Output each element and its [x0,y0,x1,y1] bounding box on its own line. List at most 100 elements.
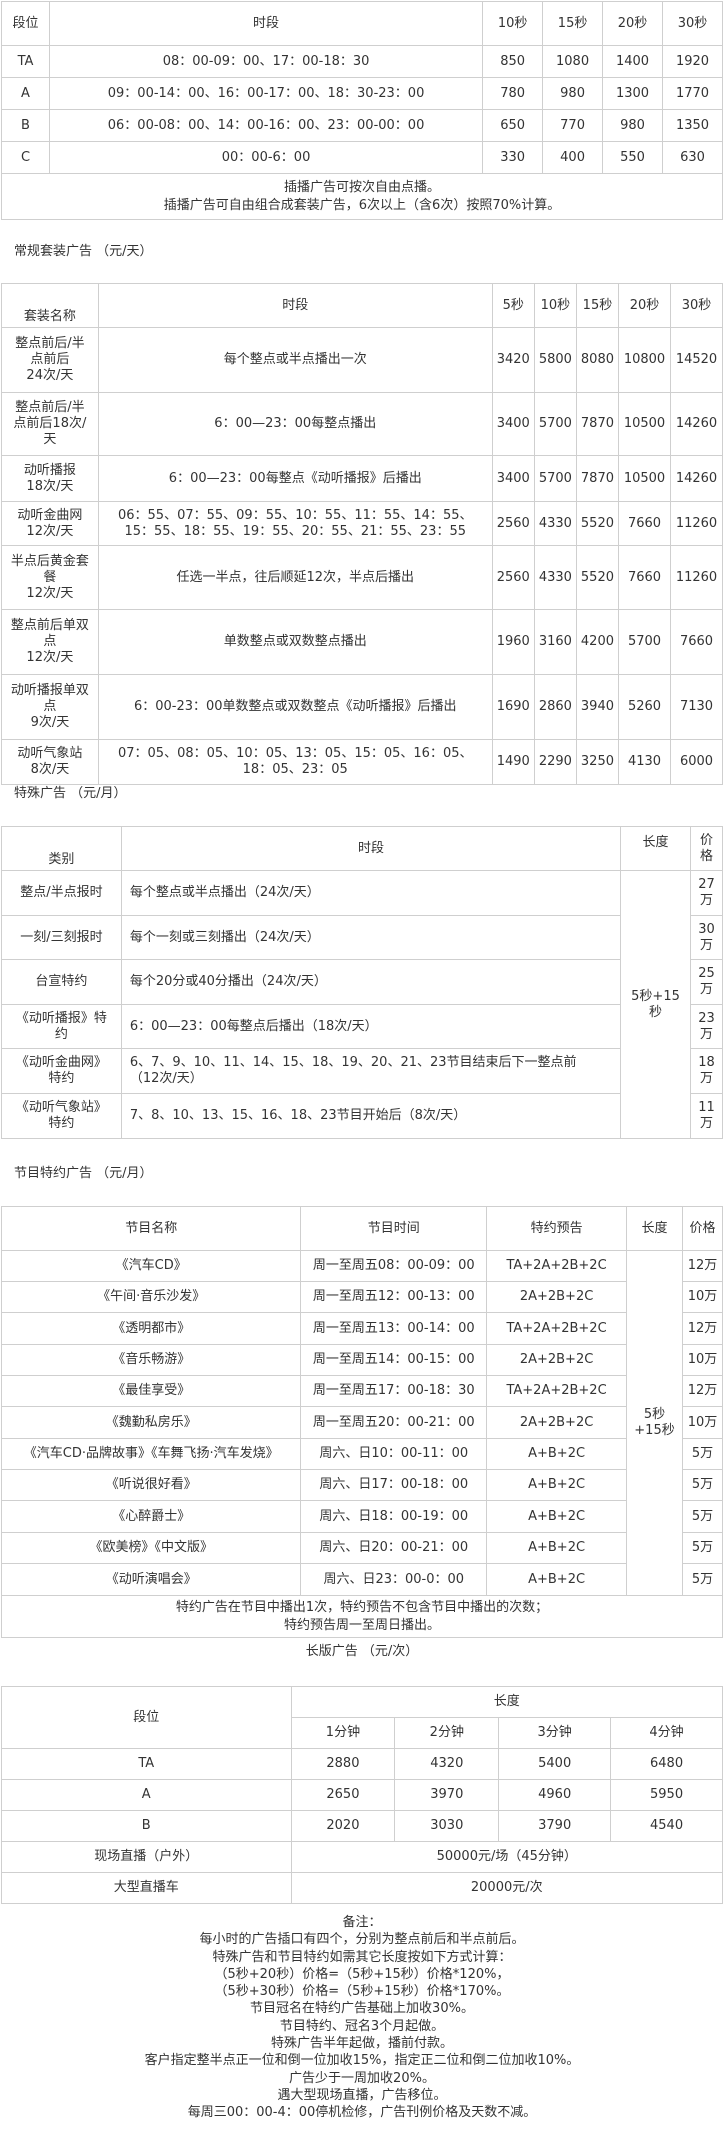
price-cell: 1350 [662,109,723,142]
package-name-line: 点前后18次/ [13,416,87,431]
table-row: 动听播报单双点 9次/天 6：00-23：00单数整点或双数整点《动听播报》后播出… [1,674,724,740]
price-cell: 4320 [394,1748,500,1780]
header-cell: 30秒 [669,283,724,328]
time-slot-line: （12次/天） [129,1071,203,1086]
program-time-cell: 周一至周五12：00-13：00 [300,1281,488,1313]
table-row: 《午间·音乐沙发》 周一至周五12：00-13：00 2A+2B+2C 10万 [0,1281,724,1313]
table-row: 整点前后/半 点前后 24次/天 每个整点或半点播出一次 3420 5800 808… [1,327,724,393]
segment-cell: A [1,1779,292,1811]
remarks-block: 备注： 每小时的广告插口有四个，分别为整点前后和半点前后。 特殊广告和节目特约如… [0,1914,724,2122]
time-slot-cell: 单数整点或双数整点播出 [97,609,493,675]
table-note-row: 特约广告在节目中播出1次，特约预告不包含节目中播出的次数； 特约预告周一至周日播… [1,1595,723,1638]
package-name-line: 12次/天 [26,523,74,539]
segment-cell: B [1,1810,292,1842]
header-cell: 段位 [1,1,50,46]
price-cell: 5700 [533,392,577,456]
price-cell: 850 [482,45,544,78]
price-cell: 4960 [498,1779,612,1811]
price-cell: 3420 [491,327,535,393]
table-row: 《汽车CD》 周一至周五08：00-09：00 TA+2A+2B+2C 5秒+1… [0,1250,724,1596]
program-time-cell: 周一至周五08：00-09：00 [300,1250,488,1282]
category-cell: 《动听金曲网》 特约 [1,1048,122,1094]
price-line: 万 [699,937,713,953]
price-cell: 3400 [491,455,535,502]
price-cell: 4200 [575,609,620,675]
price-cell: 11 万 [689,1093,724,1139]
package-name-line: 24次/天 [26,368,74,383]
time-slot-line: 6、7、9、10、11、14、15、18、19、20、21、23节目结束后下一整… [129,1055,577,1070]
live-price-cell: 50000元/场（45分钟） [290,1841,723,1873]
price-cell: 5万 [681,1532,724,1564]
program-time-cell: 周六、日17：00-18：00 [300,1469,488,1501]
header-cell: 30秒 [662,1,723,46]
price-cell: 1300 [602,77,663,110]
remark-line: 遇大型现场直播，广告移位。 [277,2087,447,2103]
table-row: 一刻/三刻报时 每个一刻或三刻播出（24次/天） 30 万 [1,915,724,960]
live-type-cell: 现场直播（户外） [1,1841,292,1873]
price-cell: 2880 [290,1748,396,1780]
package-name-line: 天 [43,432,57,447]
package-name-line: 8次/天 [30,762,70,777]
package-name-cell: 动听播报 18次/天 [1,455,99,502]
price-cell: 5万 [681,1438,724,1470]
price-cell: 3940 [575,674,620,740]
price-cell: 1770 [662,77,723,110]
table-row: 台宣特约 每个20分或40分播出（24次/天） 25 万 [1,959,724,1005]
table-row: 《透明都市》 周一至周五13：00-14：00 TA+2A+2B+2C 12万 [0,1312,724,1345]
package-name-line: 点 [43,634,57,649]
header-cell: 特约预告 [486,1206,628,1251]
time-slot-cell: 每个一刻或三刻播出（24次/天） [120,915,622,960]
section-title-package-ads: 常规套装广告 （元/天） [14,244,153,259]
price-cell: 7660 [669,609,724,675]
price-line: 23 [698,1010,715,1026]
sponsor-preview-cell: TA+2A+2B+2C [486,1312,628,1345]
program-time-cell: 周一至周五13：00-14：00 [300,1312,488,1345]
live-type-cell: 大型直播车 [1,1872,292,1904]
header-cell: 段位 [1,1686,292,1749]
price-cell: 5万 [681,1469,724,1501]
table-note-cell: 特约广告在节目中播出1次，特约预告不包含节目中播出的次数； 特约预告周一至周日播… [1,1595,723,1638]
table-row: 现场直播（户外） 50000元/场（45分钟） [1,1841,723,1873]
time-slot-cell: 每个20分或40分播出（24次/天） [120,959,622,1005]
note-line: 插播广告可自由组合成套装广告，6次以上（含6次）按照70%计算。 [163,197,561,213]
program-name-cell: 《动听演唱会》 [0,1563,302,1596]
price-cell: 14260 [669,392,724,456]
table-row: B 06：00-08：00、14：00-16：00、23：00-00：00 65… [1,109,723,142]
program-name-cell: 《透明都市》 [0,1312,302,1345]
price-cell: 4330 [533,501,577,546]
price-cell: 400 [542,141,604,174]
sponsor-preview-cell: A+B+2C [486,1563,628,1596]
remark-line: 每周三00：00-4：00停机检修，广告刊例价格及天数不减。 [187,2105,537,2121]
remark-title: 备注： [342,1915,382,1930]
price-cell: 1400 [602,45,663,78]
header-cell: 节目时间 [300,1206,488,1251]
time-slot-line: 18：05、23：05 [242,762,348,777]
package-name-line: 18次/天 [26,478,74,494]
header-cell: 价格 [681,1206,724,1251]
table-row: 整点前后单双点 12次/天 单数整点或双数整点播出 1960 3160 4200 … [1,609,724,675]
length-cell: 5秒+15秒 [626,1250,683,1596]
table-row: C 00：00-6：00 330 400 550 630 [1,141,723,174]
price-cell: 4130 [618,739,671,785]
package-name-cell: 半点后黄金套餐 12次/天 [1,545,99,610]
header-line: 格 [699,848,713,864]
package-name-cell: 动听播报单双点 9次/天 [1,674,99,740]
table-row: A 2650 3970 4960 5950 [1,1779,723,1811]
price-cell: 1690 [491,674,535,740]
price-cell: 3160 [533,609,577,675]
price-cell: 3790 [498,1810,612,1842]
sponsor-preview-cell: 2A+2B+2C [486,1281,628,1313]
time-slot-cell: 08：00-09：00、17：00-18：30 [48,45,484,78]
length-cell: 5秒+15秒 [620,870,691,1139]
program-sponsor-price-table: 节目名称 节目时间 特约预告 长度 价格 《汽车CD》 周一至周五08：00-0… [0,1206,724,1638]
price-cell: 5950 [610,1779,723,1811]
price-cell: 650 [482,109,544,142]
price-cell: 11260 [669,545,724,610]
table-row: 半点后黄金套餐 12次/天 任选一半点，往后顺延12次，半点后播出 2560 43… [1,545,724,610]
program-name-cell: 《听说很好看》 [0,1469,302,1501]
header-cell: 时段 [97,283,493,328]
header-cell: 长度 [290,1686,723,1718]
sponsor-preview-cell: TA+2A+2B+2C [486,1250,628,1282]
sponsor-preview-cell: A+B+2C [486,1469,628,1501]
long-ad-price-table: 段位 长度 1分钟 2分钟 3分钟 4分钟 TA 2880 4320 5400 … [1,1686,723,1904]
